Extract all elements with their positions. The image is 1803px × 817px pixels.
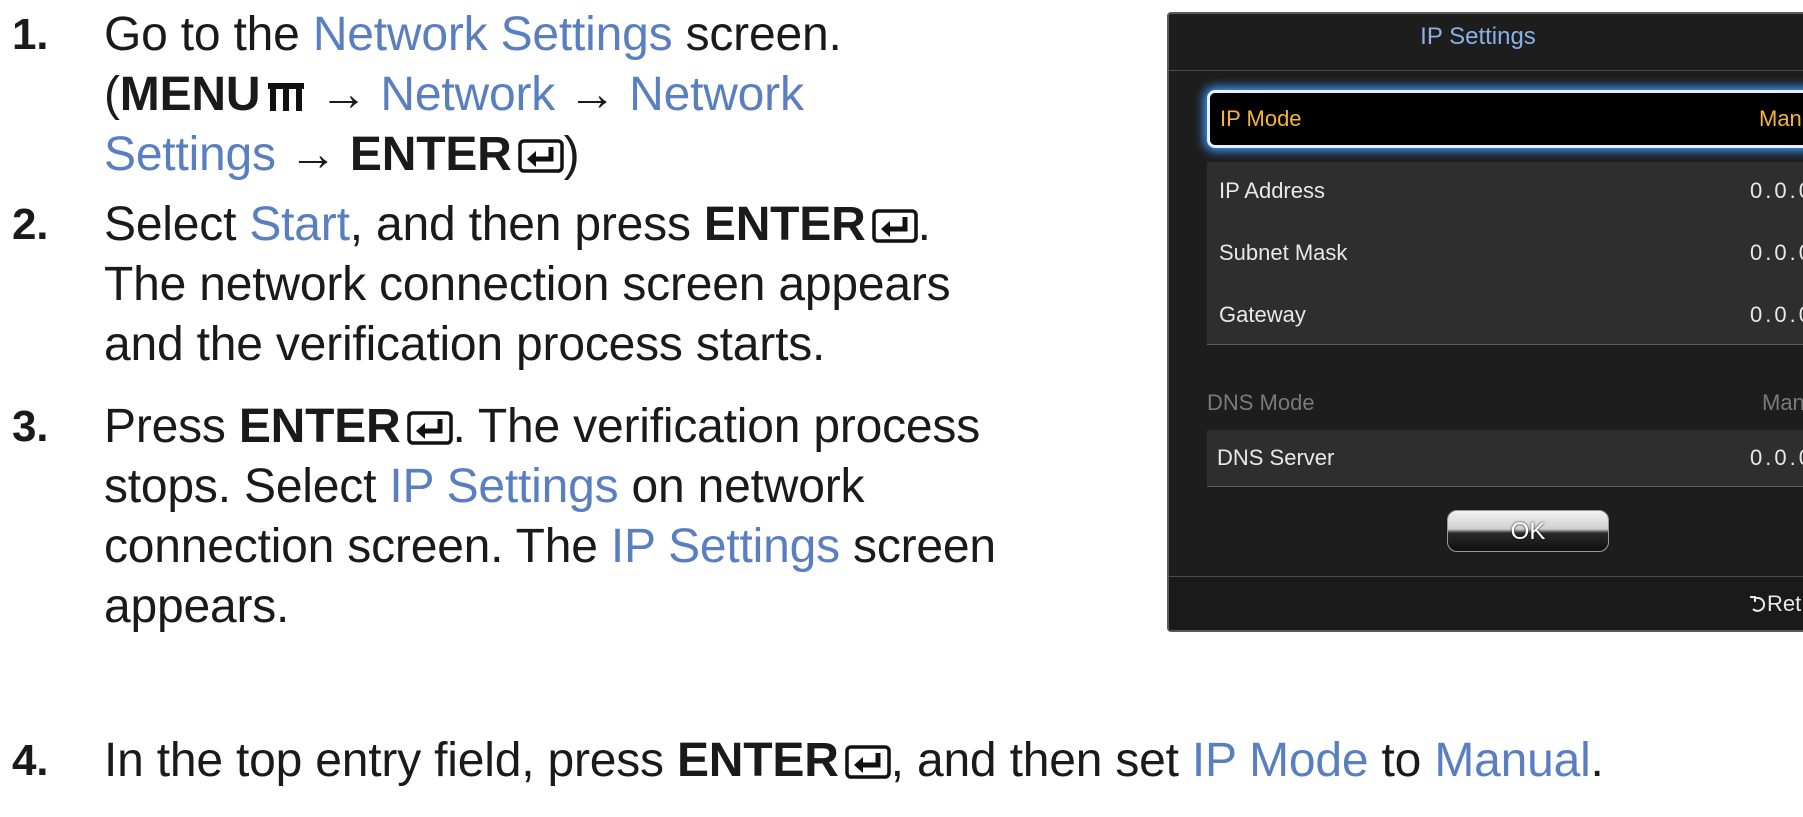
step-text: screen. xyxy=(672,8,842,61)
dns-mode-row: DNS Mode Man xyxy=(1207,374,1803,432)
step-line: (MENU → Network → Network xyxy=(104,60,804,129)
key-name: ENTER xyxy=(676,734,839,787)
ui-term: Network xyxy=(380,68,556,121)
step-text: , and then set xyxy=(890,734,1192,787)
step-text: , and then press xyxy=(349,198,704,251)
enter-key-icon xyxy=(844,745,891,779)
gateway-row[interactable]: Gateway 0.0.0 xyxy=(1207,286,1803,344)
step-number: 4. xyxy=(12,736,49,785)
step-line: Press ENTER . The verification process xyxy=(104,392,980,461)
ip-mode-value: Man xyxy=(1759,106,1802,131)
step-text: ) xyxy=(563,128,580,181)
ui-term: IP Settings xyxy=(610,520,840,573)
step-text: to xyxy=(1368,734,1435,787)
step-line: In the top entry field, press ENTER , and… xyxy=(104,726,1604,795)
step-text: Press xyxy=(104,400,239,453)
step-line: Go to the Network Settings screen. xyxy=(104,0,842,69)
key-name: ENTER xyxy=(349,128,512,181)
ip-address-row[interactable]: IP Address 0.0.0 xyxy=(1207,162,1803,220)
subnet-mask-row[interactable]: Subnet Mask 0.0.0 xyxy=(1207,224,1803,282)
step-text: → xyxy=(275,128,350,181)
step-text: on network xyxy=(618,460,865,513)
dns-server-row[interactable]: DNS Server 0.0.0 xyxy=(1207,430,1803,486)
step-text: connection screen. The xyxy=(104,520,611,573)
step-text: → xyxy=(555,68,630,121)
step-text: . xyxy=(1590,734,1604,787)
ui-term: Start xyxy=(249,198,350,251)
step-text: In the top entry field, press xyxy=(104,734,677,787)
step-line: appears. xyxy=(104,572,289,641)
ok-button-label: OK xyxy=(1510,518,1546,545)
step-text: stops. Select xyxy=(104,460,390,513)
key-name: ENTER xyxy=(238,400,401,453)
ip-address-label: IP Address xyxy=(1219,178,1325,203)
enter-key-icon xyxy=(406,411,453,445)
enter-key-icon xyxy=(517,139,564,173)
step-line: Select Start, and then press ENTER. xyxy=(104,190,931,259)
ui-term: Network Settings xyxy=(312,8,673,61)
dialog-footer: Ret xyxy=(1169,576,1803,630)
ok-button[interactable]: OK xyxy=(1447,510,1609,552)
ui-term: Network xyxy=(629,68,804,121)
step-line: The network connection screen appears xyxy=(104,250,951,319)
ui-term: IP Mode xyxy=(1191,734,1369,787)
return-icon xyxy=(1750,596,1766,612)
dns-mode-label: DNS Mode xyxy=(1207,390,1315,415)
step-line: Settings → ENTER) xyxy=(104,120,580,189)
dialog-title: IP Settings xyxy=(1169,14,1803,71)
dns-mode-value: Man xyxy=(1762,390,1803,415)
step-text: . The verification process xyxy=(452,400,981,453)
dns-server-label: DNS Server xyxy=(1217,445,1335,470)
ip-settings-dialog: IP Settings IP Mode Man IP Address 0.0.0… xyxy=(1167,12,1803,632)
ip-mode-row[interactable]: IP Mode Man xyxy=(1207,90,1803,148)
step-text: ( xyxy=(104,68,120,121)
step-text: → xyxy=(306,68,381,121)
ui-term: IP Settings xyxy=(389,460,619,513)
key-name: ENTER xyxy=(703,198,866,251)
menu-key-icon xyxy=(268,83,305,111)
step-text: The network connection screen appears xyxy=(104,258,951,311)
return-label: Ret xyxy=(1767,591,1802,616)
step-line: and the verification process starts. xyxy=(104,310,825,379)
step-number: 2. xyxy=(12,200,49,249)
ui-term: Manual xyxy=(1434,734,1591,787)
step-text: appears. xyxy=(104,580,290,633)
dns-server-value: 0.0.0 xyxy=(1750,445,1803,470)
return-hint[interactable]: Ret xyxy=(1749,591,1801,617)
key-name: MENU xyxy=(119,68,261,121)
subnet-mask-value: 0.0.0 xyxy=(1750,240,1803,265)
ui-term: Settings xyxy=(104,128,276,181)
ip-address-value: 0.0.0 xyxy=(1750,178,1803,203)
ip-mode-label: IP Mode xyxy=(1220,106,1302,131)
step-text: Go to the xyxy=(104,8,313,61)
step-number: 3. xyxy=(12,402,49,451)
enter-key-icon xyxy=(871,209,918,243)
step-text: . xyxy=(917,198,931,251)
step-text: screen xyxy=(839,520,996,573)
step-text: and the verification process starts. xyxy=(104,318,826,371)
subnet-mask-label: Subnet Mask xyxy=(1219,240,1348,265)
step-number: 1. xyxy=(12,10,49,59)
step-line: connection screen. The IP Settings scree… xyxy=(104,512,996,581)
gateway-label: Gateway xyxy=(1219,302,1306,327)
step-line: stops. Select IP Settings on network xyxy=(104,452,865,521)
gateway-value: 0.0.0 xyxy=(1750,302,1803,327)
step-text: Select xyxy=(104,198,250,251)
